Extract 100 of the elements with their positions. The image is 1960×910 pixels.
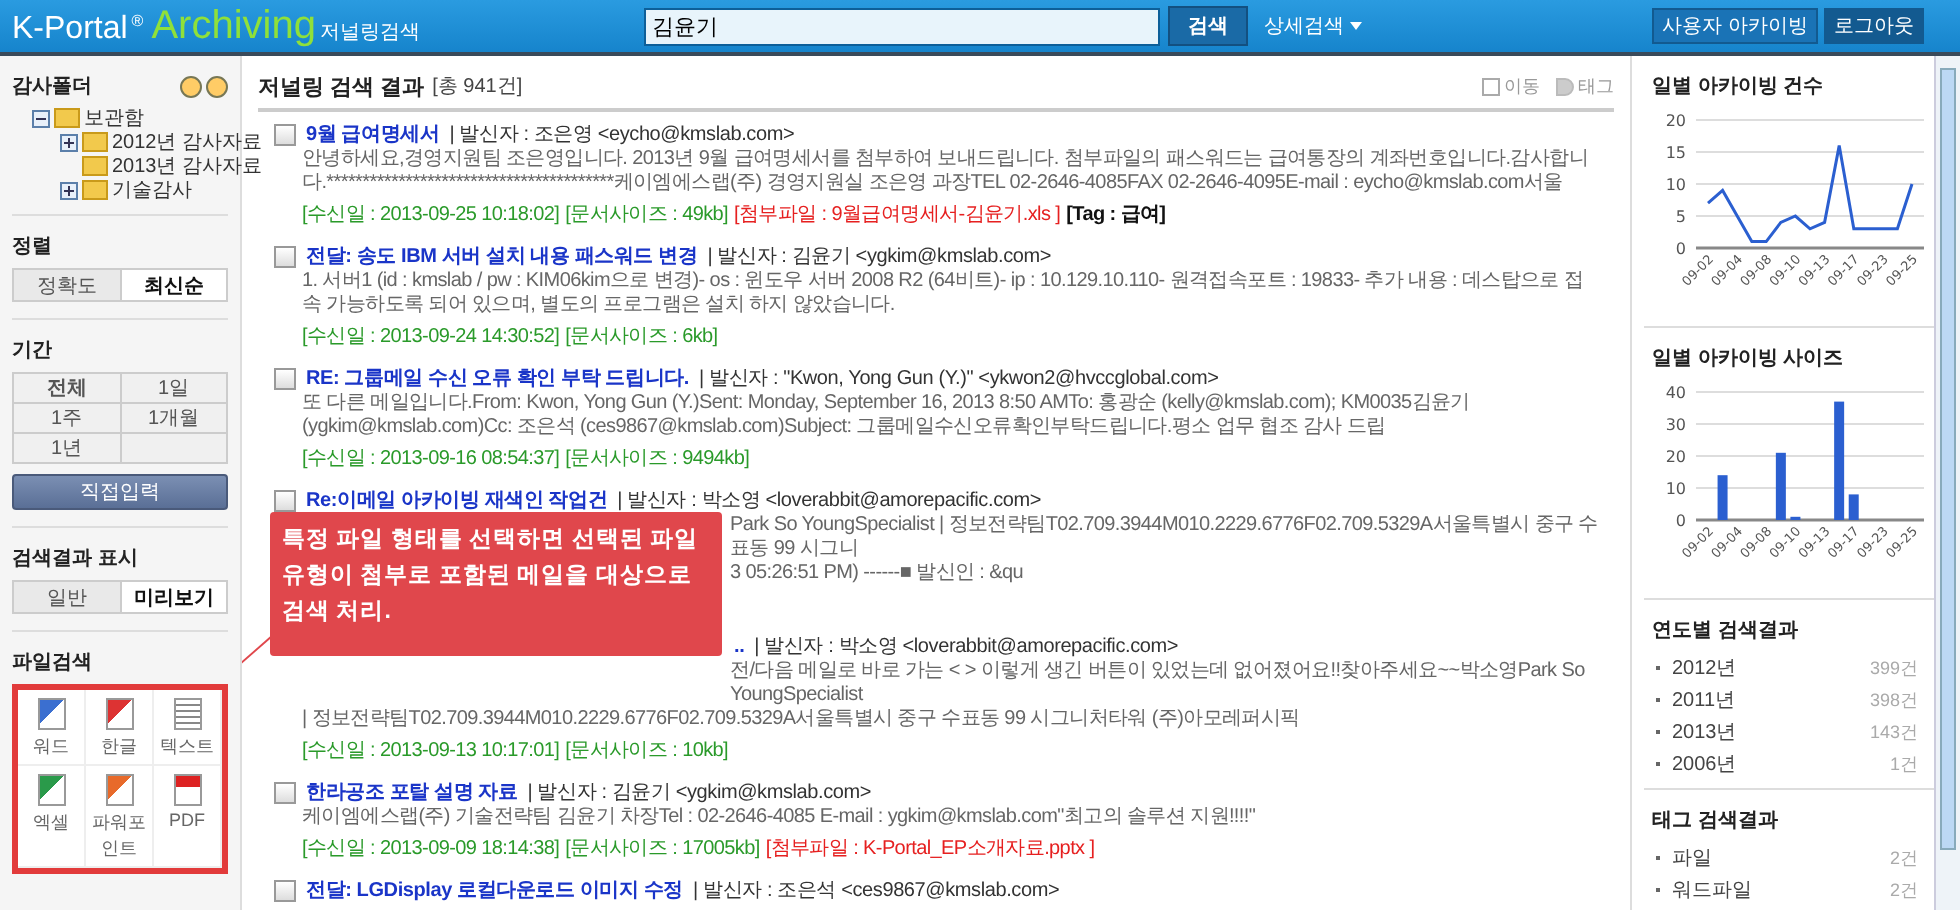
header-button[interactable]: 로그아웃 — [1824, 8, 1924, 44]
tree-item[interactable]: 기술감사 — [112, 176, 192, 204]
custom-date-button[interactable]: 직접입력 — [12, 474, 228, 510]
checkbox[interactable] — [274, 245, 296, 267]
info-label: [문서사이즈 : 49kb] — [565, 202, 729, 228]
expander-icon[interactable] — [32, 109, 50, 127]
checkbox[interactable] — [274, 781, 296, 803]
toggle-option[interactable]: 최신순 — [121, 270, 226, 300]
email-preview-text: 1. 서버1 (id : kmslab / pw : KIM06kim으로 변경)- os : 윈도우 서버 2008 R2 (64비트)- ip : 10.129.10.110- 원격접속포트 : 19833- 추가 내용 : 데스탑으로 접속 가능하도록 되어 있으며, 별도의 프로그램은 설치 하지 않았습니다. — [302, 270, 1586, 318]
expander-icon[interactable] — [60, 181, 78, 199]
section-title: 기간 — [12, 338, 54, 364]
tree-item[interactable]: 2013년 감사자료 — [112, 152, 263, 180]
callout-note: 특정 파일 형태를 선택하면 선택된 파일 유형이 첨부로 포함된 메일을 대상으로 검색 처리. — [270, 512, 722, 656]
result-link[interactable]: 2006년 — [1672, 750, 1890, 778]
info-label: [수신일 : 2013-09-09 18:14:38] — [302, 836, 560, 862]
email-preview-text: 안녕하세요,경영지원팀 조은영입니다. 2013년 9월 급여명세서를 첨부하여 보내드립니다. 첨부파일의 패스워드는 급여통장의 계좌번호입니다.감사합니다.****************************************케이엠에스랩(주) 경영지원실 조은영 과장TEL 02-2646-4085FAX 02-2646-4095E-mail : eycho@kmslab.com서울 — [302, 148, 1591, 196]
email-subject-link[interactable]: 전달: 송도 IBM 서버 설치 내용 패스워드 변경 — [306, 242, 698, 270]
sender-text: | 발신자 : 김윤기 <ygkim@kmslab.com> — [527, 780, 872, 806]
email-preview-text: 케이엠에스랩(주) 기술전략팀 김윤기 차장Tel : 02-2646-4085 E-mail : ygkim@kmslab.com"최고의 솔루션 지원!!!!" — [302, 806, 1258, 830]
file-type-button[interactable]: 워드 — [18, 690, 86, 766]
result-count: 2건 — [1889, 845, 1918, 871]
file-type-button[interactable]: 파워포인트 — [86, 766, 154, 868]
tag-label: [Tag : 급여] — [1066, 202, 1166, 228]
axis-tick-label: 0 — [1675, 240, 1686, 258]
search-button[interactable]: 검색 — [1168, 6, 1248, 46]
checkbox[interactable] — [274, 879, 296, 901]
period-option[interactable]: 1주 — [14, 404, 121, 434]
file-type-button[interactable]: 엑셀 — [18, 766, 86, 868]
axis-tick-label: 10 — [1665, 176, 1686, 194]
bar — [1848, 494, 1859, 520]
result-link[interactable]: 2013년 — [1672, 718, 1870, 746]
results-title: 저널링 검색 결과 — [258, 73, 425, 101]
email-subject-link[interactable]: .. — [734, 635, 745, 657]
file-type-button[interactable]: PDF — [154, 766, 222, 868]
info-label: [수신일 : 2013-09-16 08:54:37] — [302, 446, 560, 472]
axis-tick-label: 30 — [1665, 416, 1686, 434]
sender-text: | 발신자 : 조은석 <ces9867@kmslab.com> — [693, 878, 1060, 904]
period-option[interactable]: 1년 — [14, 434, 121, 464]
sender-text: | 발신자 : 조은영 <eycho@kmslab.com> — [449, 122, 795, 148]
toggle-option[interactable]: 일반 — [14, 582, 121, 612]
file-type-button[interactable]: 한글 — [86, 690, 154, 766]
period-option[interactable]: 전체 — [14, 374, 121, 404]
info-label: [문서사이즈 : 17005kb] — [565, 836, 760, 862]
email-subject-link[interactable]: RE: 그룹메일 수신 오류 확인 부탁 드립니다. — [306, 364, 689, 392]
email-preview-text: 또 다른 메일입니다.From: Kwon, Yong Gun (Y.)Sent: Monday, September 16, 2013 8:50 AMTo: 홍광순 (kelly@kmslab.com); KM0035김윤기 (ygkim@kmslab.com)Cc: 조은석 (ces9867@kmslab.com)Subject: 그룹메일수신오류확인부탁드립니다.평소 업무 협조 감사 드립 — [302, 392, 1472, 440]
result-link[interactable]: 워드파일 — [1672, 876, 1890, 904]
registered-mark: ® — [131, 11, 144, 29]
email-subject-link[interactable]: 한라공조 포탈 설명 자료 — [306, 778, 518, 806]
email-preview-text: 3 05:26:51 PM) ------■ 발신인 : &qu — [730, 562, 1025, 586]
folder-icon — [82, 132, 108, 152]
sender-text: | 발신자 : 김윤기 <ygkim@kmslab.com> — [707, 244, 1051, 270]
checkbox[interactable] — [274, 489, 296, 511]
chart-title: 일별 아카이빙 사이즈 — [1652, 346, 1846, 372]
toggle-option[interactable]: 미리보기 — [121, 582, 226, 612]
email-subject-link[interactable]: Re:이메일 아카이빙 재색인 작업건 — [306, 486, 608, 514]
expander-icon[interactable] — [60, 133, 78, 151]
result-count: 1건 — [1889, 751, 1918, 777]
section-title: 태그 검색결과 — [1652, 808, 1780, 834]
axis-tick-label: 0 — [1675, 512, 1686, 530]
logo-subtitle: 저널링검색 — [319, 19, 420, 45]
attachment-label: [첨부파일 : 9월급여명세서-김윤기.xls ] — [734, 202, 1061, 228]
result-link[interactable]: 2011년 — [1672, 686, 1870, 714]
tree-item[interactable]: 2012년 감사자료 — [112, 128, 263, 156]
checkbox[interactable] — [274, 367, 296, 389]
info-label: [수신일 : 2013-09-25 10:18:02] — [302, 202, 560, 228]
period-option[interactable]: 1개월 — [121, 404, 228, 434]
email-preview-text: 전/다음 메일로 바로 가는 < > 이렇게 생긴 버튼이 있었는데 없어졌어요!!찾아주세요~~박소영Park So YoungSpecialist — [730, 660, 1587, 708]
scrollbar-thumb[interactable] — [1940, 68, 1956, 850]
result-count: 399건 — [1869, 655, 1918, 681]
email-preview-text: | 정보전략팀T02.709.3944M010.2229.6776F02.709.5329A서울특별시 중구 수표동 99 시그니처타워 (주)아모레퍼시픽 — [302, 708, 1302, 732]
result-link[interactable]: 2012년 — [1672, 654, 1870, 682]
result-link[interactable]: 파일 — [1672, 844, 1890, 872]
bar — [1834, 401, 1845, 520]
bar — [1717, 475, 1728, 520]
chart-title: 일별 아카이빙 건수 — [1652, 74, 1826, 100]
search-field[interactable]: 김윤기 — [644, 7, 1160, 45]
axis-tick-label: 15 — [1665, 144, 1686, 162]
axis-tick-label: 20 — [1665, 112, 1686, 130]
section-title: 파일검색 — [12, 650, 94, 676]
sender-text: | 발신자 : "Kwon, Yong Gun (Y.)" <ykwon2@hvccglobal.com> — [698, 366, 1219, 392]
toggle-option[interactable]: 정확도 — [14, 270, 121, 300]
section-title: 감사폴더 — [12, 74, 92, 100]
bar — [1775, 452, 1786, 520]
result-count: 398건 — [1869, 687, 1918, 713]
logo-text: K-Portal — [12, 11, 128, 47]
scrollbar[interactable] — [1934, 56, 1960, 910]
header-button[interactable]: 사용자 아카이빙 — [1652, 8, 1818, 44]
result-count: 2건 — [1889, 877, 1918, 903]
tree-item[interactable]: 보관함 — [84, 104, 144, 132]
axis-tick-label: 5 — [1675, 208, 1686, 226]
results-count: [총 941건] — [432, 74, 523, 100]
sender-text: | 발신자 : 박소영 <loverabbit@amorepacific.com> — [754, 634, 1179, 660]
period-option[interactable]: 1일 — [121, 374, 228, 404]
file-type-button[interactable]: 텍스트 — [154, 690, 222, 766]
caret-icon — [1350, 22, 1362, 30]
email-subject-link[interactable]: 9월 급여명세서 — [306, 120, 440, 148]
info-label: [수신일 : 2013-09-13 10:17:01] — [302, 738, 560, 764]
axis-tick-label: 10 — [1665, 480, 1686, 498]
checkbox[interactable] — [274, 123, 296, 145]
email-subject-link[interactable]: 전달: LGDisplay 로컬다운로드 이미지 수정 — [306, 876, 684, 904]
